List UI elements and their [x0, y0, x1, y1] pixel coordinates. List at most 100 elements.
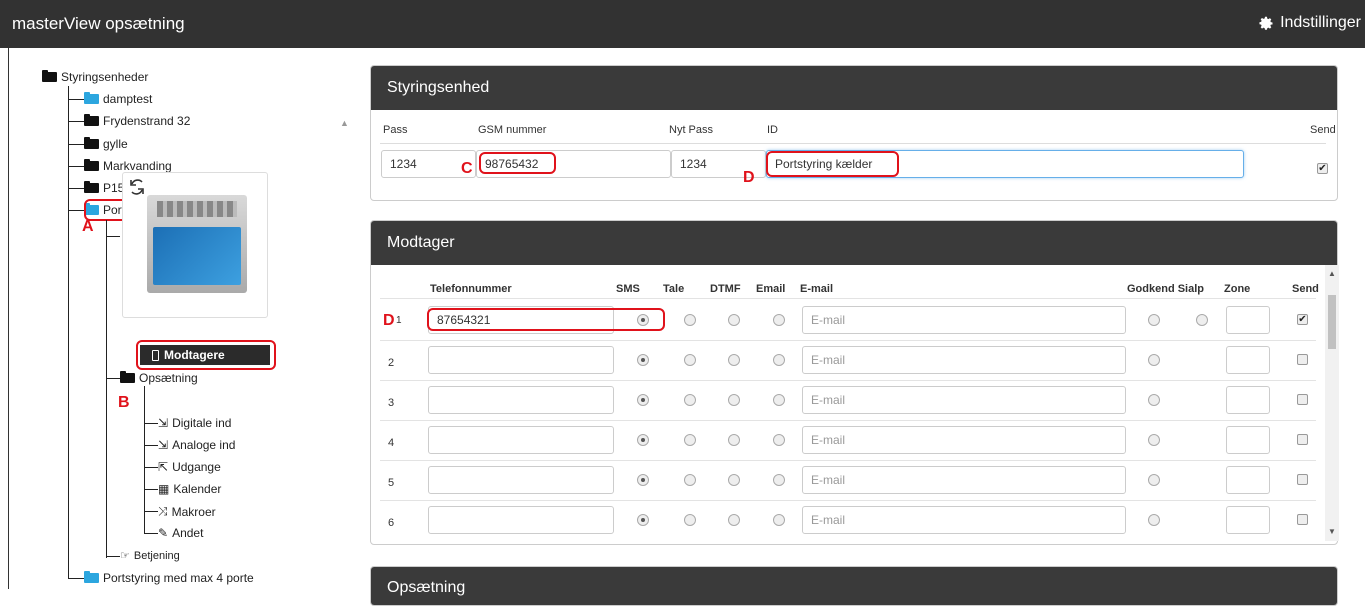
email-input[interactable]: E-mail	[802, 306, 1126, 334]
col-godkend: Godkend Sialp	[1127, 283, 1205, 295]
send-checkbox[interactable]	[1297, 354, 1308, 365]
col-tale: Tale	[663, 283, 685, 295]
annotation-box-b	[136, 340, 276, 370]
gsm-label: GSM nummer	[478, 124, 547, 136]
tree-connector	[68, 210, 84, 211]
email-radio[interactable]	[773, 434, 785, 446]
tree-item-analoge-ind[interactable]: ⇲ Analoge ind	[158, 438, 235, 452]
godkend-radio[interactable]	[1148, 474, 1160, 486]
tree-unit-frydenstrand[interactable]: Frydenstrand 32	[84, 114, 190, 128]
sms-radio[interactable]	[637, 394, 649, 406]
folder-open-icon	[42, 70, 57, 82]
sms-radio[interactable]	[637, 514, 649, 526]
zone-input[interactable]	[1226, 386, 1270, 414]
tree-connector	[68, 99, 84, 100]
col-send: Send	[1292, 283, 1319, 295]
tree-setup-folder[interactable]: Opsætning	[120, 371, 198, 385]
refresh-icon[interactable]	[129, 179, 145, 195]
zone-input[interactable]	[1226, 506, 1270, 534]
dtmf-radio[interactable]	[728, 434, 740, 446]
tree-unit-markvanding[interactable]: Markvanding	[84, 159, 172, 173]
scrollbar-thumb[interactable]	[1328, 295, 1336, 349]
sms-radio[interactable]	[637, 474, 649, 486]
email-input[interactable]: E-mail	[802, 346, 1126, 374]
folder-icon	[84, 159, 99, 171]
tree-unit-label: gylle	[103, 137, 128, 151]
sialp-radio[interactable]	[1196, 314, 1208, 326]
tree-connector	[144, 489, 158, 490]
tree-unit-label: Markvanding	[103, 159, 172, 173]
dtmf-radio[interactable]	[728, 474, 740, 486]
tale-radio[interactable]	[684, 474, 696, 486]
tree-line	[68, 86, 69, 578]
phone-input[interactable]	[428, 466, 614, 494]
annotation-box-c	[479, 152, 556, 174]
tale-radio[interactable]	[684, 394, 696, 406]
zone-input[interactable]	[1226, 466, 1270, 494]
email-input[interactable]: E-mail	[802, 426, 1126, 454]
godkend-radio[interactable]	[1148, 354, 1160, 366]
tree-connector	[68, 166, 84, 167]
send-checkbox[interactable]	[1297, 434, 1308, 445]
godkend-radio[interactable]	[1148, 434, 1160, 446]
phone-input[interactable]	[428, 386, 614, 414]
email-radio[interactable]	[773, 354, 785, 366]
email-input[interactable]: E-mail	[802, 466, 1126, 494]
tree-item-betjening[interactable]: ☞ Betjening	[120, 549, 180, 563]
tree-item-label: Analoge ind	[172, 438, 236, 452]
phone-input[interactable]	[428, 346, 614, 374]
dtmf-radio[interactable]	[728, 314, 740, 326]
email-radio[interactable]	[773, 514, 785, 526]
zone-input[interactable]	[1226, 306, 1270, 334]
scroll-up-icon[interactable]: ▲	[1328, 269, 1336, 278]
email-radio[interactable]	[773, 394, 785, 406]
tree-root[interactable]: Styringsenheder	[42, 70, 148, 84]
send-checkbox[interactable]: ✔	[1317, 163, 1328, 174]
settings-button[interactable]: Indstillinger	[1259, 14, 1361, 32]
dtmf-radio[interactable]	[728, 514, 740, 526]
tree-item-andet[interactable]: ✎ Andet	[158, 526, 203, 540]
tree-unit-damptest[interactable]: damptest	[84, 92, 152, 106]
godkend-radio[interactable]	[1148, 514, 1160, 526]
tale-radio[interactable]	[684, 434, 696, 446]
tale-radio[interactable]	[684, 514, 696, 526]
divider	[380, 298, 1316, 299]
email-input[interactable]: E-mail	[802, 386, 1126, 414]
device-image-card	[122, 172, 268, 318]
tree-unit-label: Frydenstrand 32	[103, 114, 191, 128]
phone-input[interactable]	[428, 506, 614, 534]
gear-icon	[1259, 16, 1273, 30]
send-checkbox[interactable]: ✔	[1297, 314, 1308, 325]
email-radio[interactable]	[773, 314, 785, 326]
tree-item-kalender[interactable]: ▦ Kalender	[158, 482, 221, 496]
tree-line	[106, 220, 107, 558]
scroll-down-icon[interactable]: ▼	[1328, 527, 1336, 536]
tree-setup-label: Opsætning	[139, 371, 198, 385]
dtmf-radio[interactable]	[728, 394, 740, 406]
phone-input[interactable]	[428, 426, 614, 454]
sms-radio[interactable]	[637, 354, 649, 366]
send-checkbox[interactable]	[1297, 514, 1308, 525]
zone-input[interactable]	[1226, 426, 1270, 454]
email-input[interactable]: E-mail	[802, 506, 1126, 534]
email-radio[interactable]	[773, 474, 785, 486]
tree-item-label: Makroer	[171, 504, 216, 519]
tree-unit-gylle[interactable]: gylle	[84, 137, 128, 151]
tree-root-label: Styringsenheder	[61, 70, 149, 84]
sms-radio[interactable]	[637, 434, 649, 446]
godkend-radio[interactable]	[1148, 314, 1160, 326]
dtmf-radio[interactable]	[728, 354, 740, 366]
annotation-label-b: B	[118, 394, 130, 411]
godkend-radio[interactable]	[1148, 394, 1160, 406]
receiver-scrollbar[interactable]: ▲ ▼	[1325, 265, 1339, 541]
tale-radio[interactable]	[684, 314, 696, 326]
tree-unit-portstyring-4-porte[interactable]: Portstyring med max 4 porte	[84, 571, 254, 585]
zone-input[interactable]	[1226, 346, 1270, 374]
tale-radio[interactable]	[684, 354, 696, 366]
tree-item-udgange[interactable]: ⇱ Udgange	[158, 460, 221, 474]
tree-item-digitale-ind[interactable]: ⇲ Digitale ind	[158, 416, 231, 430]
tree-item-makroer[interactable]: ⤨ Makroer	[158, 504, 216, 519]
send-checkbox[interactable]	[1297, 394, 1308, 405]
tree-scroll-up-icon[interactable]: ▲	[340, 118, 349, 128]
send-checkbox[interactable]	[1297, 474, 1308, 485]
